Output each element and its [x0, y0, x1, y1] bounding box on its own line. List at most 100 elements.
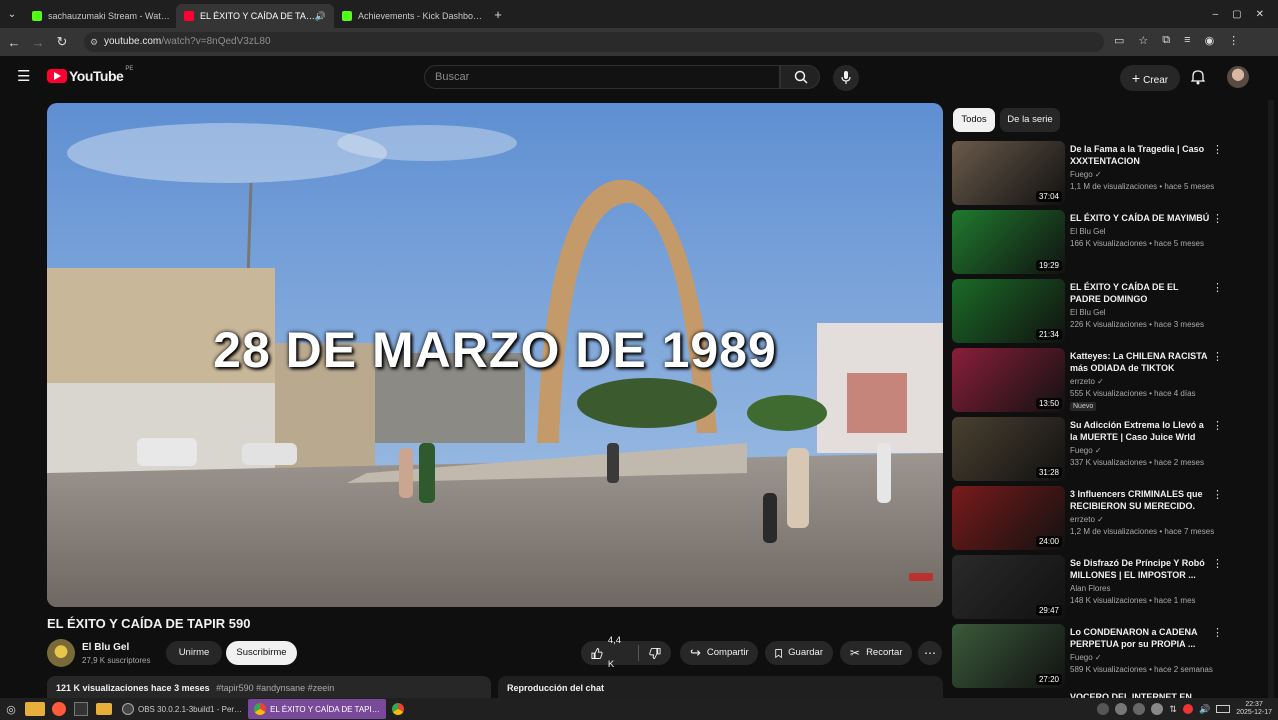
subscribe-button[interactable]: Suscribirme — [226, 641, 297, 665]
like-button[interactable]: 4,4 K — [591, 629, 628, 677]
folder-icon[interactable] — [96, 703, 112, 715]
video-thumbnail[interactable]: 24:00 — [952, 486, 1065, 550]
video-thumbnail[interactable]: 27:20 — [952, 624, 1065, 688]
recommendation-channel[interactable]: Fuego ✓ — [1070, 653, 1102, 662]
clip-button[interactable]: ✂ Recortar — [840, 641, 912, 665]
recommendation-card[interactable]: 21:34 EL ÉXITO Y CAÍDA DE EL PADRE DOMING… — [952, 279, 1223, 343]
recommendation-title[interactable]: Se Disfrazó De Príncipe Y Robó MILLONES … — [1070, 557, 1210, 581]
hamburger-menu-icon[interactable]: ☰ — [17, 67, 30, 85]
recommendation-channel[interactable]: errzeto ✓ — [1070, 515, 1104, 524]
recommendation-card[interactable]: 24:00 3 Influencers CRIMINALES que RECIBI… — [952, 486, 1223, 550]
recommendation-channel[interactable]: Alan Flores — [1070, 584, 1110, 593]
more-options-icon[interactable]: ⋮ — [1212, 281, 1223, 294]
recommendation-card[interactable]: 37:04 De la Fama a la Tragedia | Caso XXX… — [952, 141, 1223, 205]
recommendation-card[interactable]: 31:28 Su Adicción Extrema lo Llevó a la M… — [952, 417, 1223, 481]
recording-icon[interactable] — [1182, 704, 1193, 714]
browser-tab-youtube[interactable]: EL ÉXITO Y CAÍDA DE TA… 🔊 ✕ — [176, 4, 334, 28]
tray-app-icon[interactable] — [1115, 703, 1128, 715]
more-options-icon[interactable]: ⋮ — [1212, 419, 1223, 432]
terminal-icon[interactable] — [74, 702, 88, 716]
scrollbar[interactable] — [1268, 100, 1274, 698]
recommendation-channel[interactable]: Fuego ✓ — [1070, 446, 1102, 455]
volume-icon[interactable]: 🔊 — [1199, 704, 1210, 715]
tray-app-icon[interactable] — [1151, 703, 1164, 715]
video-thumbnail[interactable]: 37:04 — [952, 141, 1065, 205]
obs-taskbar-item[interactable]: OBS 30.0.2.1-3build1 - Per… — [116, 699, 248, 719]
network-icon[interactable]: ⇅ — [1169, 704, 1177, 715]
cast-icon[interactable]: ▭ — [1114, 34, 1124, 47]
recommendation-channel[interactable]: El Blu Gel — [1070, 227, 1106, 236]
youtube-taskbar-item[interactable]: EL ÉXITO Y CAÍDA DE TAPI… — [248, 699, 386, 719]
recommendation-channel[interactable]: El Blu Gel — [1070, 308, 1106, 317]
video-thumbnail[interactable]: 19:29 — [952, 210, 1065, 274]
recommendation-channel[interactable]: Fuego ✓ — [1070, 170, 1102, 179]
recommendation-channel[interactable]: errzeto ✓ — [1070, 377, 1104, 386]
chip-all[interactable]: Todos — [953, 108, 995, 132]
recommendation-title[interactable]: 3 Influencers CRIMINALES que RECIBIERON … — [1070, 488, 1210, 512]
browser-tab-kick-achievements[interactable]: Achievements - Kick Dashbo… ✕ — [334, 4, 486, 28]
create-button[interactable]: + Crear — [1120, 65, 1180, 91]
maximize-button[interactable]: ▢ — [1232, 9, 1241, 20]
channel-name[interactable]: El Blu Gel — [82, 642, 129, 653]
close-window-button[interactable]: ✕ — [1256, 9, 1264, 20]
account-avatar[interactable] — [1227, 66, 1249, 88]
more-options-icon[interactable]: ⋮ — [1212, 143, 1223, 156]
more-options-icon[interactable]: ⋮ — [1212, 488, 1223, 501]
hashtags[interactable]: #tapir590 #andynsane #zeein — [216, 683, 334, 693]
channel-avatar[interactable] — [47, 639, 75, 667]
chrome-taskbar-icon[interactable] — [391, 703, 404, 715]
more-options-icon[interactable]: ⋮ — [1212, 626, 1223, 639]
tray-app-icon[interactable] — [1097, 703, 1110, 715]
join-button[interactable]: Unirme — [166, 641, 222, 665]
voice-search-button[interactable] — [833, 65, 859, 91]
video-thumbnail[interactable]: 31:28 — [952, 417, 1065, 481]
share-button[interactable]: ↪ Compartir — [680, 641, 758, 665]
search-button[interactable] — [780, 65, 820, 89]
more-options-icon[interactable]: ⋮ — [1212, 350, 1223, 363]
browser-icon[interactable] — [52, 702, 66, 716]
notifications-bell-icon[interactable] — [1191, 69, 1205, 85]
site-info-icon[interactable]: ⚙ — [90, 32, 98, 52]
more-options-icon[interactable]: ⋮ — [1212, 212, 1223, 225]
profile-icon[interactable]: ◉ — [1205, 34, 1215, 47]
clock[interactable]: 22:37 2025-12-17 — [1236, 701, 1272, 717]
chat-replay-panel[interactable]: Reproducción del chat — [498, 676, 943, 698]
start-menu-icon[interactable]: ◎ — [0, 703, 22, 716]
extensions-icon[interactable]: ⧉ — [1162, 34, 1170, 47]
new-tab-button[interactable]: + — [486, 7, 510, 22]
recommendation-card[interactable]: 13:50 Katteyes: La CHILENA RACISTA más OD… — [952, 348, 1223, 412]
reading-list-icon[interactable]: ≡ — [1184, 34, 1190, 47]
back-button[interactable]: ← — [2, 35, 26, 50]
bookmark-star-icon[interactable]: ☆ — [1138, 34, 1148, 47]
more-actions-button[interactable]: ⋯ — [918, 641, 942, 665]
recommendation-title[interactable]: EL ÉXITO Y CAÍDA DE MAYIMBÚ — [1070, 212, 1210, 224]
more-options-icon[interactable]: ⋮ — [1212, 557, 1223, 570]
browser-tab-kick-stream[interactable]: sachauzumaki Stream - Wat… ✕ — [24, 4, 176, 28]
recommendation-card[interactable]: 19:29 EL ÉXITO Y CAÍDA DE MAYIMBÚ El Blu G… — [952, 210, 1223, 274]
youtube-logo[interactable]: YouTube PE — [47, 66, 133, 84]
chip-from-series[interactable]: De la serie — [1000, 108, 1060, 132]
recommendation-title[interactable]: Katteyes: La CHILENA RACISTA más ODIADA … — [1070, 350, 1210, 374]
description-box[interactable]: 121 K visualizaciones hace 3 meses #tapi… — [47, 676, 491, 698]
reload-button[interactable]: ↻ — [50, 34, 74, 50]
tab-list-button[interactable]: ⌄ — [0, 9, 24, 20]
forward-button[interactable]: → — [26, 35, 50, 50]
files-icon[interactable] — [25, 702, 45, 716]
url-field[interactable]: ⚙ youtube.com/watch?v=8nQedV3zL80 — [84, 32, 1104, 52]
recommendation-title[interactable]: EL ÉXITO Y CAÍDA DE EL PADRE DOMINGO — [1070, 281, 1210, 305]
battery-icon[interactable] — [1216, 705, 1231, 713]
tray-app-icon[interactable] — [1133, 703, 1146, 715]
recommendation-title[interactable]: De la Fama a la Tragedia | Caso XXXTENTA… — [1070, 143, 1210, 167]
save-button[interactable]: Guardar — [765, 641, 833, 665]
video-thumbnail[interactable]: 29:47 — [952, 555, 1065, 619]
recommendation-title[interactable]: Lo CONDENARON a CADENA PERPETUA por su P… — [1070, 626, 1210, 650]
video-thumbnail[interactable]: 21:34 — [952, 279, 1065, 343]
minimize-button[interactable]: – — [1213, 9, 1219, 20]
menu-icon[interactable]: ⋮ — [1228, 34, 1239, 47]
recommendation-card[interactable]: 27:20 Lo CONDENARON a CADENA PERPETUA por… — [952, 624, 1223, 688]
search-input[interactable]: Buscar — [424, 65, 780, 89]
recommendation-title[interactable]: Su Adicción Extrema lo Llevó a la MUERTE… — [1070, 419, 1210, 443]
recommendation-card[interactable]: 29:47 Se Disfrazó De Príncipe Y Robó MILL… — [952, 555, 1223, 619]
speaker-icon[interactable]: 🔊 — [315, 11, 326, 22]
video-player[interactable]: 28 DE MARZO DE 1989 — [47, 103, 943, 607]
